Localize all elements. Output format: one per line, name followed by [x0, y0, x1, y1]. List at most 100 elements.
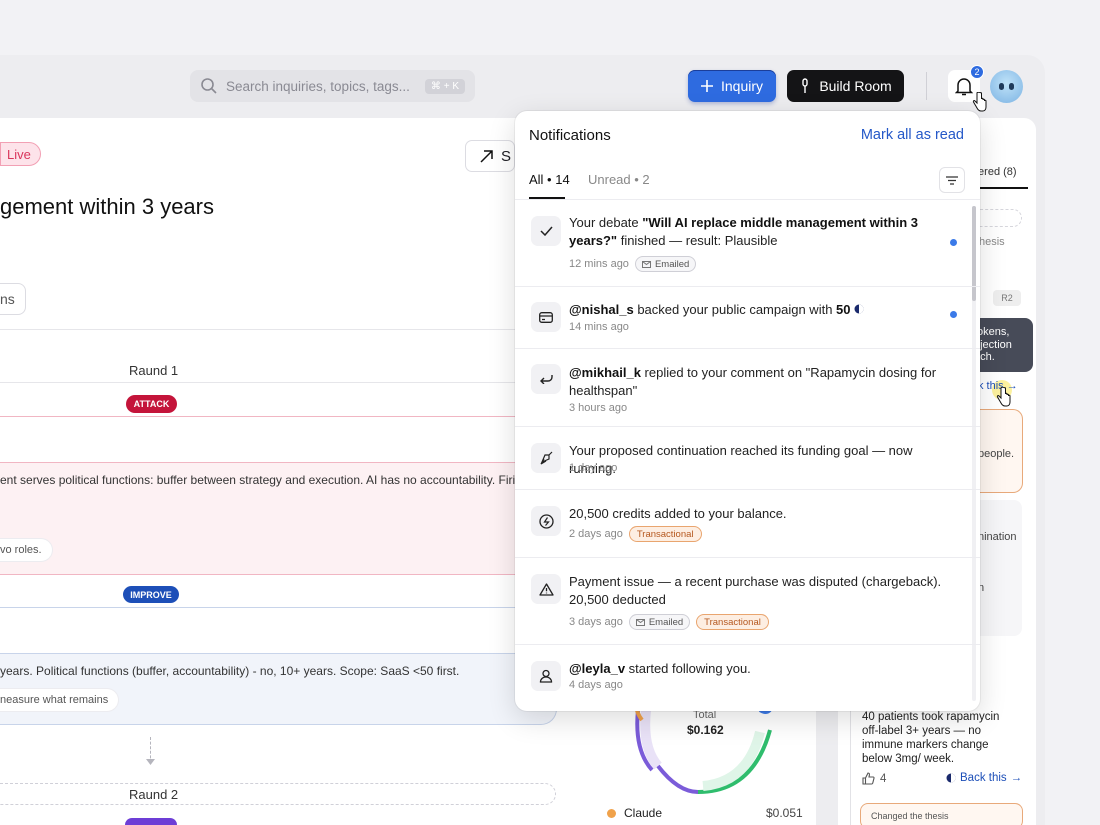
rocket-icon [531, 443, 561, 473]
inquiry-label: Inquiry [720, 78, 764, 94]
credits-icon [531, 506, 561, 536]
notification-time: 2 days ago [569, 528, 623, 540]
back-this-button[interactable]: Back this → [946, 772, 1022, 784]
filter-icon [946, 175, 958, 185]
transactional-badge: Transactional [628, 526, 702, 542]
notification-text: Your debate "Will AI replace middle mana… [569, 214, 949, 250]
changed-thesis-card: Changed the thesis [860, 803, 1023, 825]
notification-line-2: 20,500 deducted [569, 592, 666, 607]
check-icon [531, 216, 561, 246]
new-inquiry-button[interactable]: Inquiry [688, 70, 776, 102]
search-bar[interactable]: Search inquiries, topics, tags... ⌘ + K [190, 70, 475, 102]
attack-argument-text: ent serves political functions: buffer b… [0, 473, 572, 487]
header-divider [926, 72, 927, 100]
options-pill[interactable]: ns [0, 283, 26, 315]
improve-tag: IMPROVE [123, 586, 179, 603]
share-button[interactable]: S [465, 140, 515, 172]
notification-item[interactable]: Payment issue — a recent purchase was di… [515, 558, 975, 644]
bell-icon [955, 77, 973, 95]
notification-time: 3 hours ago [569, 402, 628, 414]
notifications-dropdown: Notifications Mark all as read All • 14 … [515, 111, 980, 711]
thesis-input[interactable] [975, 209, 1022, 227]
notification-text-part: Your debate [569, 215, 643, 230]
transactional-badge: Transactional [696, 614, 769, 630]
tab-unread[interactable]: Unread • 2 [588, 172, 650, 187]
donut-total-value: $0.162 [687, 723, 724, 737]
tab-underline [978, 187, 1028, 189]
user-avatar[interactable] [990, 70, 1023, 103]
mail-icon [641, 260, 651, 268]
legend-name: Claude [624, 806, 663, 820]
thesis-label: hesis [979, 236, 1005, 248]
mark-all-read-button[interactable]: Mark all as read [861, 127, 964, 143]
notification-text-part: started following you. [625, 661, 751, 676]
tab-all[interactable]: All • 14 [529, 172, 570, 187]
notification-item[interactable]: 20,500 credits added to your balance. 2 … [515, 490, 975, 557]
notifications-title: Notifications [529, 127, 611, 144]
improve-chip[interactable]: neasure what remains [0, 689, 119, 711]
attack-line [0, 416, 560, 417]
chevron-down-icon [146, 759, 155, 765]
notification-item[interactable]: @leyla_v started following you. 4 days a… [515, 645, 975, 711]
user-link[interactable]: @nishal_s [569, 302, 634, 317]
plus-icon [700, 80, 713, 92]
search-placeholder: Search inquiries, topics, tags... [226, 78, 410, 94]
filter-button[interactable] [939, 167, 965, 193]
thumbs-up-icon [862, 772, 875, 785]
notification-text: @leyla_v started following you. [569, 660, 949, 678]
grey-card-text-1: nination [978, 531, 1017, 543]
legend-claude: Claude [607, 806, 662, 820]
hand-cursor-icon [972, 92, 987, 112]
share-label: S [501, 147, 512, 165]
card-icon [531, 302, 561, 332]
round-2-tag [125, 818, 177, 825]
build-room-label: Build Room [819, 78, 892, 94]
round-2-badge: R2 [993, 290, 1021, 306]
coin-icon [854, 304, 864, 314]
evidence-text: 40 patients took rapamycin off-label 3+ … [862, 711, 1000, 765]
notification-item[interactable]: Your debate "Will AI replace middle mana… [515, 200, 975, 286]
hand-cursor-icon [996, 387, 1011, 407]
notification-time: 3 days ago [569, 616, 623, 628]
search-shortcut: ⌘ + K [424, 78, 465, 94]
notification-item[interactable]: @nishal_s backed your public campaign wi… [515, 287, 975, 348]
orange-card-text: people. [978, 448, 1015, 460]
notification-text: @mikhail_k replied to your comment on "R… [569, 364, 949, 400]
user-link[interactable]: @mikhail_k [569, 365, 641, 380]
like-button[interactable]: 4 [862, 772, 886, 785]
attack-tag: ATTACK [126, 395, 177, 413]
notification-meta: 1 day ago [569, 462, 617, 474]
build-room-button[interactable]: Build Room [787, 70, 904, 102]
live-label: Live [7, 146, 31, 162]
notification-item[interactable]: Your proposed continuation reached its f… [515, 427, 975, 489]
round-2-label: Raund 2 [0, 783, 556, 805]
notification-text-part: backed your public campaign with [633, 302, 837, 317]
notification-item[interactable]: @mikhail_k replied to your comment on "R… [515, 349, 975, 426]
search-icon [201, 78, 217, 94]
notification-meta: 3 hours ago [569, 402, 627, 414]
attack-chip[interactable]: vo roles. [0, 539, 52, 561]
notification-meta: 3 days ago Emailed Transactional [569, 614, 769, 630]
unread-dot [950, 311, 957, 318]
avatar-eye [1009, 83, 1014, 90]
emailed-badge-label: Emailed [648, 616, 684, 628]
user-link[interactable]: @leyla_v [569, 661, 625, 676]
mail-icon [635, 618, 645, 626]
options-pill-label: ns [0, 291, 15, 307]
improve-line [0, 607, 560, 608]
live-badge: Live [0, 142, 41, 166]
unread-dot [950, 239, 957, 246]
emailed-badge: Emailed [628, 614, 691, 630]
like-count: 4 [880, 772, 887, 785]
coin-icon [946, 773, 956, 783]
notification-meta: 4 days ago [569, 679, 623, 691]
emailed-badge-label: Emailed [654, 258, 690, 270]
notification-count-badge: 2 [970, 65, 984, 79]
reply-icon [531, 364, 561, 394]
wand-icon [802, 78, 809, 93]
notification-time: 1 day ago [569, 462, 618, 474]
notification-text: Your proposed continuation reached its f… [569, 443, 913, 476]
improve-argument-text: years. Political functions (buffer, acco… [0, 664, 460, 678]
notification-time: 4 days ago [569, 679, 623, 691]
tab-filtered[interactable]: tered (8) [975, 166, 1017, 178]
